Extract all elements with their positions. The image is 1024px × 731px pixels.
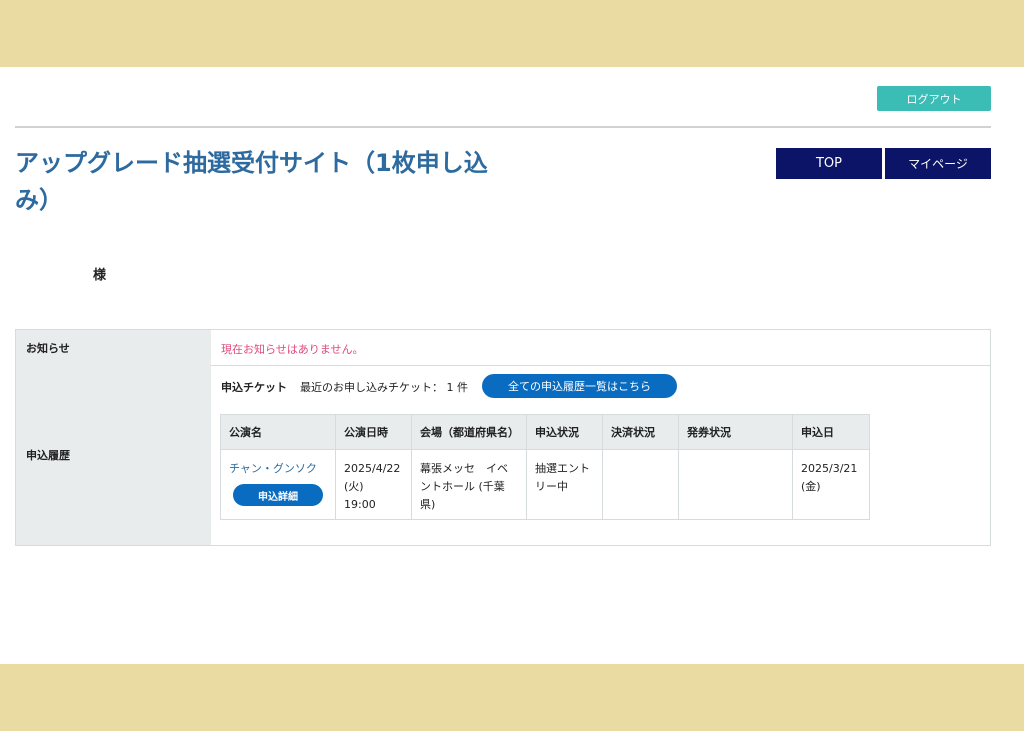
cell-venue: 幕張メッセ イベントホール (千葉県) xyxy=(411,449,527,520)
apply-detail-button[interactable]: 申込詳細 xyxy=(233,484,323,506)
col-ticketing: 発券状況 xyxy=(678,414,793,450)
table-row: チャン・グンソク 申込詳細 2025/4/22 (火) 19:00 幕張メッセ … xyxy=(220,449,870,520)
col-venue: 会場（都道府県名） xyxy=(411,414,527,450)
user-name-suffix: 様 xyxy=(93,268,107,283)
notice-message: 現在お知らせはありません。 xyxy=(221,343,364,356)
header-divider xyxy=(15,126,991,128)
event-date: 2025/4/22 xyxy=(344,462,401,475)
col-status: 申込状況 xyxy=(526,414,603,450)
table-header-row: 公演名 公演日時 会場（都道府県名） 申込状況 決済状況 発券状況 申込日 xyxy=(220,414,870,450)
mypage-button[interactable]: マイページ xyxy=(885,148,991,179)
col-event-name: 公演名 xyxy=(220,414,336,450)
ticket-label: 申込チケット xyxy=(221,381,287,394)
logout-button[interactable]: ログアウト xyxy=(877,86,991,111)
apply-status: 抽選エントリー中 xyxy=(535,462,590,493)
apply-weekday: (金) xyxy=(801,480,821,493)
apply-date: 2025/3/21 xyxy=(801,462,858,475)
event-time: 19:00 xyxy=(344,498,376,511)
cell-ticketing xyxy=(678,449,793,520)
col-event-date: 公演日時 xyxy=(335,414,412,450)
cell-apply-date: 2025/3/21 (金) xyxy=(792,449,870,520)
venue: 幕張メッセ イベントホール (千葉県) xyxy=(420,462,508,511)
event-name-link[interactable]: チャン・グンソク xyxy=(229,460,327,478)
top-button[interactable]: TOP xyxy=(776,148,882,179)
cell-event-name: チャン・グンソク 申込詳細 xyxy=(220,449,336,520)
bottom-band xyxy=(0,664,1024,731)
cell-payment xyxy=(602,449,679,520)
cell-event-date: 2025/4/22 (火) 19:00 xyxy=(335,449,412,520)
all-history-button[interactable]: 全ての申込履歴一覧はこちら xyxy=(482,374,677,398)
recent-ticket-count: 最近のお申し込みチケット： 1 件 xyxy=(300,381,468,394)
col-apply-date: 申込日 xyxy=(792,414,870,450)
notice-label: お知らせ xyxy=(16,330,211,365)
cell-status: 抽選エントリー中 xyxy=(526,449,603,520)
top-band xyxy=(0,0,1024,67)
history-table: 公演名 公演日時 会場（都道府県名） 申込状況 決済状況 発券状況 申込日 チャ… xyxy=(220,414,870,520)
history-label: 申込履歴 xyxy=(16,365,211,545)
page-title: アップグレード抽選受付サイト（1枚申し込み） xyxy=(15,149,488,214)
col-payment: 決済状況 xyxy=(602,414,679,450)
info-table: お知らせ 現在お知らせはありません。 申込履歴 申込チケット 最近のお申し込みチ… xyxy=(15,329,991,546)
event-weekday: (火) xyxy=(344,480,364,493)
